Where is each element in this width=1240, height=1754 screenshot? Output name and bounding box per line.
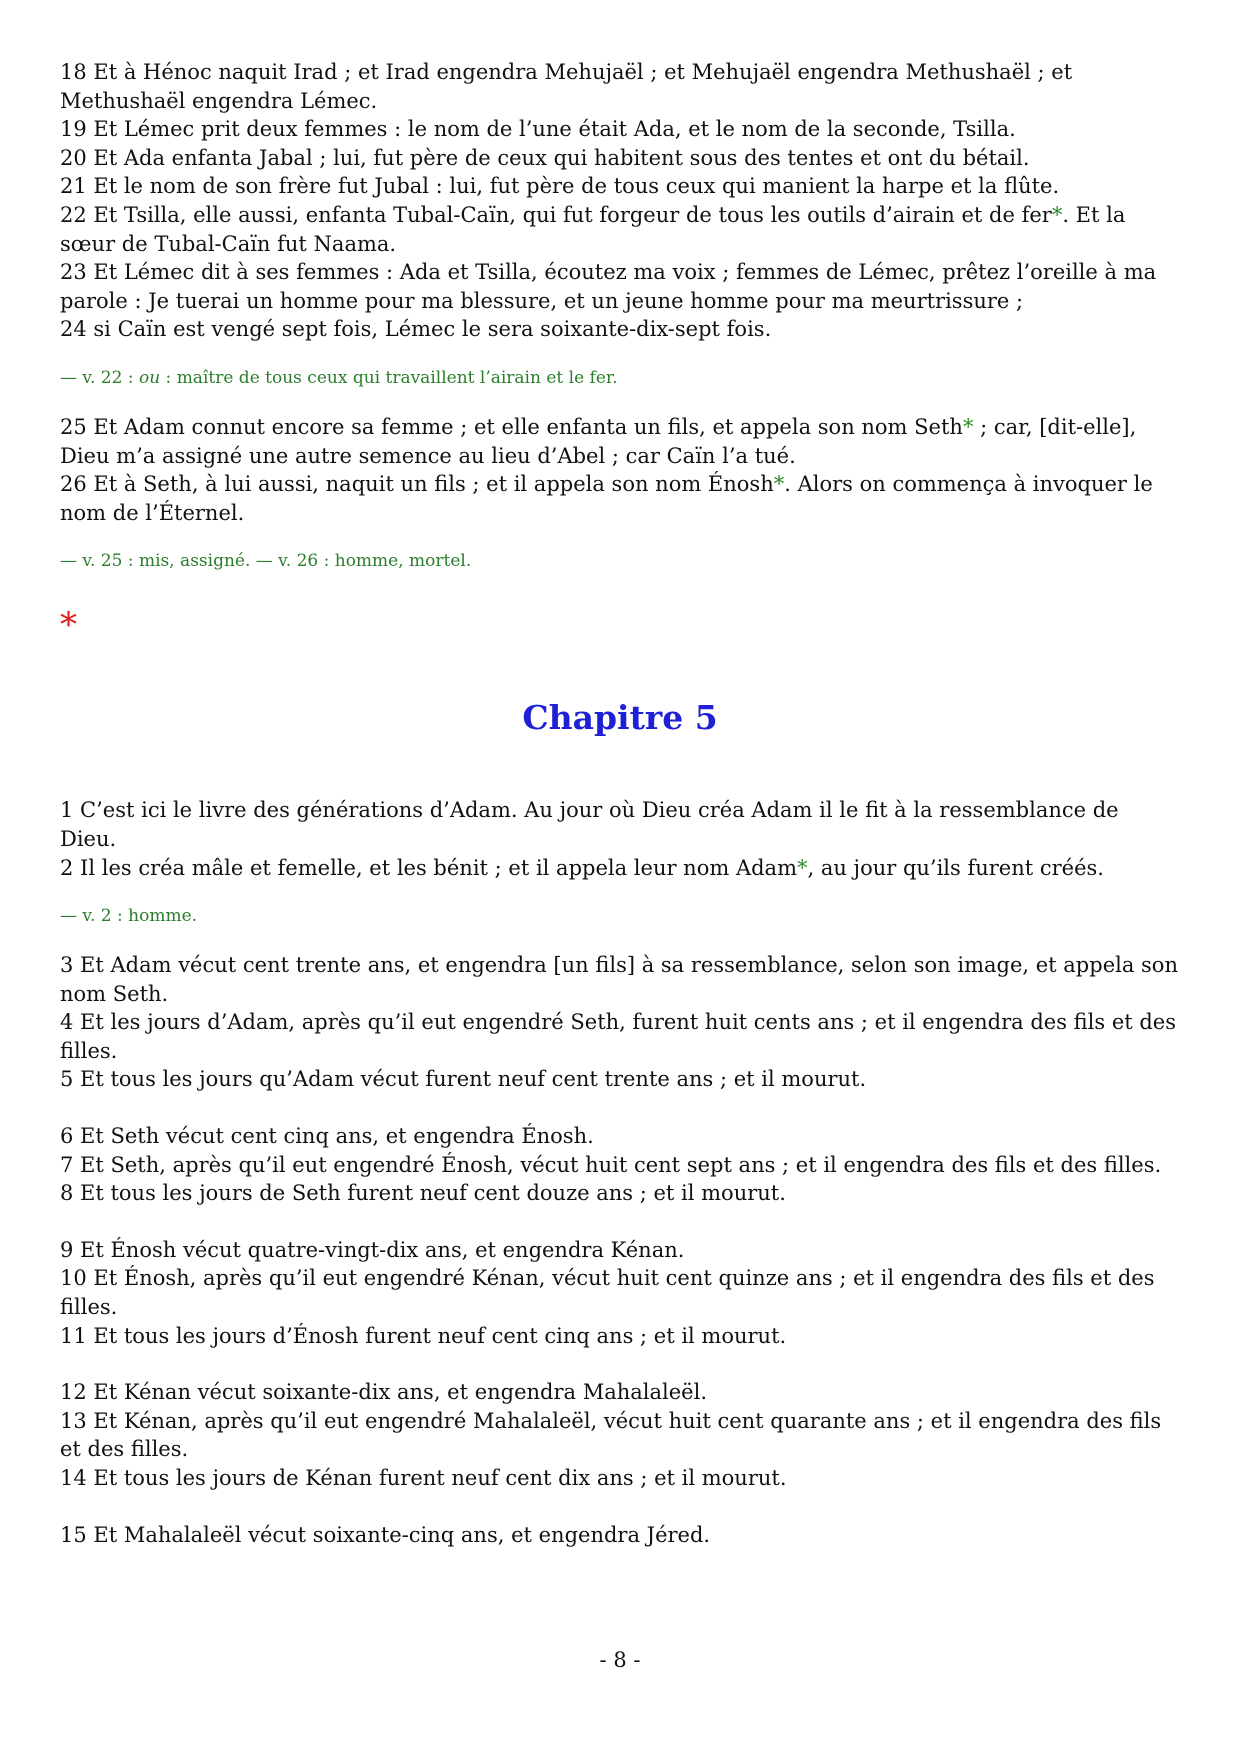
verse-18: 18 Et à Hénoc naquit Irad ; et Irad enge… [60, 60, 1073, 113]
footnote-v25-v26: — v. 25 : mis, assigné. — v. 26 : homme,… [60, 551, 472, 572]
verse-22: 22 Et Tsilla, elle aussi, enfanta Tubal-… [60, 201, 1180, 258]
verse-2: 2 Il les créa mâle et femelle, et les bé… [60, 854, 1180, 883]
verse-block-genesis-5-9-11: 9 Et Énosh vécut quatre-vingt-dix ans, e… [60, 1236, 1180, 1350]
verse-4: 4 Et les jours d’Adam, après qu’il eut e… [60, 1010, 1177, 1063]
verse-10: 10 Et Énosh, après qu’il eut engendré Ké… [60, 1266, 1155, 1320]
verse-25-text: 25 Et Adam connut encore sa femme ; et e… [60, 414, 963, 439]
verse-26: 26 Et à Seth, à lui aussi, naquit un fil… [60, 470, 1180, 527]
footnote-v2: — v. 2 : homme. [60, 906, 198, 927]
verse-block-genesis-5-3-5: 3 Et Adam vécut cent trente ans, et enge… [60, 951, 1180, 1094]
verse-8: 8 Et tous les jours de Seth furent neuf … [60, 1181, 786, 1206]
verse-block-genesis-4-18-24: 18 Et à Hénoc naquit Irad ; et Irad enge… [60, 58, 1180, 344]
footnote-marker: * [773, 472, 785, 497]
verse-12: 12 Et Kénan vécut soixante-dix ans, et e… [60, 1380, 708, 1405]
footnote-prefix: — v. 22 : [60, 367, 139, 388]
verse-24: 24 si Caïn est vengé sept fois, Lémec le… [60, 317, 772, 342]
footnote-marker: * [962, 414, 974, 439]
document-page: 18 Et à Hénoc naquit Irad ; et Irad enge… [0, 0, 1240, 1754]
verse-7: 7 Et Seth, après qu’il eut engendré Énos… [60, 1152, 1162, 1177]
footnote-marker: * [796, 855, 808, 880]
verse-5: 5 Et tous les jours qu’Adam vécut furent… [60, 1067, 867, 1092]
verse-block-genesis-5-6-8: 6 Et Seth vécut cent cinq ans, et engend… [60, 1122, 1180, 1208]
verse-20: 20 Et Ada enfanta Jabal ; lui, fut père … [60, 145, 1030, 170]
footnote-text: : maître de tous ceux qui travaillent l’… [160, 367, 618, 388]
verse-2-text-end: , au jour qu’ils furent créés. [807, 855, 1104, 880]
verse-15: 15 Et Mahalaleël vécut soixante-cinq ans… [60, 1522, 711, 1547]
verse-block-genesis-5-1-2: 1 C’est ici le livre des générations d’A… [60, 796, 1180, 882]
footnote-marker: * [1051, 202, 1063, 227]
verse-19: 19 Et Lémec prit deux femmes : le nom de… [60, 117, 1016, 142]
verse-26-text: 26 Et à Seth, à lui aussi, naquit un fil… [60, 472, 774, 497]
section-separator-star: * [60, 605, 77, 646]
verse-14: 14 Et tous les jours de Kénan furent neu… [60, 1466, 787, 1490]
verse-23: 23 Et Lémec dit à ses femmes : Ada et Ts… [60, 260, 1157, 313]
footnote-ou: ou [138, 367, 161, 388]
verse-21: 21 Et le nom de son frère fut Jubal : lu… [60, 174, 1060, 199]
footnote-v22: — v. 22 : ou : maître de tous ceux qui t… [60, 367, 1180, 389]
chapter-title: Chapitre 5 [522, 698, 718, 738]
verse-2-text: 2 Il les créa mâle et femelle, et les bé… [60, 855, 797, 880]
page-number: - 8 - [599, 1648, 641, 1672]
verse-11: 11 Et tous les jours d’Énosh furent neuf… [60, 1323, 787, 1348]
verse-1: 1 C’est ici le livre des générations d’A… [60, 798, 1119, 851]
verse-block-genesis-5-15: 15 Et Mahalaleël vécut soixante-cinq ans… [60, 1521, 1180, 1550]
verse-3: 3 Et Adam vécut cent trente ans, et enge… [60, 953, 1178, 1006]
verse-9: 9 Et Énosh vécut quatre-vingt-dix ans, e… [60, 1237, 685, 1262]
verse-6: 6 Et Seth vécut cent cinq ans, et engend… [60, 1124, 594, 1149]
verse-block-genesis-4-25-26: 25 Et Adam connut encore sa femme ; et e… [60, 413, 1180, 527]
verse-13: 13 Et Kénan, après qu’il eut engendré Ma… [60, 1408, 1162, 1462]
verse-22-text: 22 Et Tsilla, elle aussi, enfanta Tubal-… [60, 202, 1052, 227]
verse-25: 25 Et Adam connut encore sa femme ; et e… [60, 413, 1180, 470]
page-content: 18 Et à Hénoc naquit Irad ; et Irad enge… [60, 58, 1180, 1549]
verse-block-genesis-5-12-14: 12 Et Kénan vécut soixante-dix ans, et e… [60, 1378, 1180, 1492]
